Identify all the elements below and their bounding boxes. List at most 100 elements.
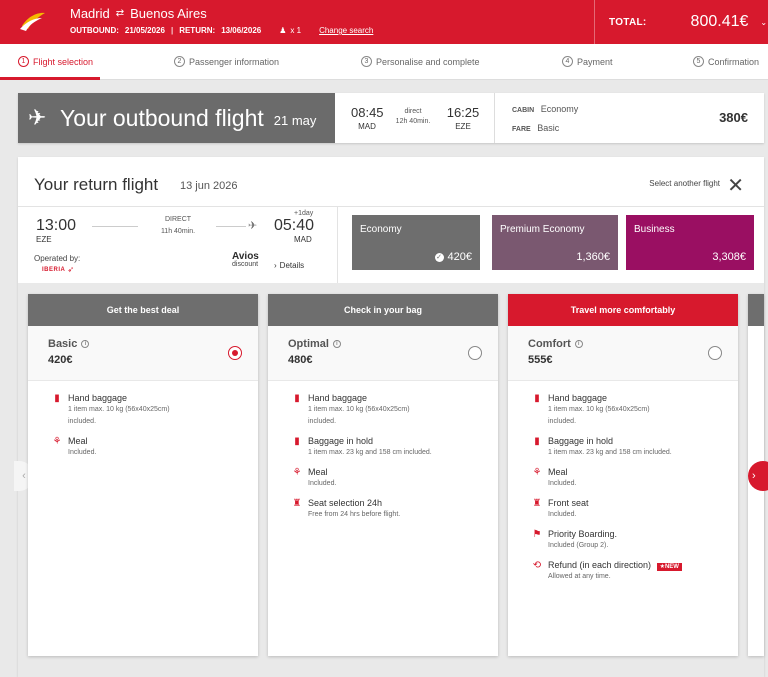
avios-discount-badge: Avios discount [232, 251, 264, 269]
fare-key: FARE [512, 126, 531, 133]
info-icon[interactable]: i [81, 340, 90, 348]
feature-desc: 1 item max. 10 kg (56x40x25cm) [548, 406, 650, 413]
feature-desc: Allowed at any time. [548, 573, 611, 580]
baggage-icon: ▮ [294, 436, 300, 447]
new-badge: ★NEW [656, 563, 682, 571]
select-another-flight-link[interactable]: Select another flight [649, 179, 720, 188]
feature-item: ▮ Hand baggage 1 item max. 10 kg (56x40x… [508, 393, 738, 427]
seat-icon: ♜ [292, 498, 302, 509]
fare-card-header: Check in your bag [268, 294, 498, 326]
fare-card-optimal[interactable]: Check in your bag Optimal i 480€ ▮ Hand … [268, 294, 498, 656]
step-personalise[interactable]: 3 Personalise and complete [361, 56, 480, 67]
iberia-mark-icon: ➶ [67, 265, 75, 274]
baggage-icon: ▮ [534, 436, 540, 447]
passenger-count-value: x 1 [290, 26, 302, 35]
avios-title: Avios [232, 251, 259, 262]
date-separator: | [170, 26, 174, 35]
feature-title-row: Refund (in each direction) ★NEW [548, 560, 738, 571]
outbound-duration-block: direct 12h 40min. [390, 107, 436, 127]
feature-desc: Included. [548, 511, 577, 518]
suitcase-icon: ▮ [534, 393, 540, 404]
return-arrival-code: MAD [294, 235, 312, 244]
operator-logo: IBERIA ➶ [42, 265, 75, 274]
plus-day-label: +1day [294, 210, 314, 217]
close-icon[interactable]: ✕ [727, 173, 744, 198]
outbound-departure-code: MAD [358, 122, 376, 131]
feature-desc: Included (Group 2). [548, 542, 609, 549]
passenger-count: ♟ x 1 [279, 26, 301, 35]
step-number: 1 [18, 56, 29, 67]
return-title: Your return flight [34, 175, 159, 194]
fare-price: 480€ [288, 354, 313, 366]
route-summary: Madrid ⇄ Buenos Aires [70, 6, 207, 21]
fare-card-comfort[interactable]: Travel more comfortably Comfort i 555€ ▮… [508, 294, 738, 656]
new-badge-label: NEW [664, 564, 679, 570]
cabin-economy[interactable]: Economy ✓ 420€ [352, 215, 480, 270]
step-passenger-information[interactable]: 2 Passenger information [174, 56, 279, 67]
step-flight-selection[interactable]: 1 Flight selection [18, 56, 93, 67]
return-stops: DIRECT [164, 216, 192, 223]
feature-desc: Included. [68, 449, 97, 456]
chevron-down-icon: ⌄ [760, 17, 768, 27]
fare-name: Comfort [528, 338, 571, 350]
feature-item: ♜ Seat selection 24h Free from 24 hrs be… [268, 498, 498, 520]
cabin-premium-economy[interactable]: Premium Economy 1,360€ [492, 215, 618, 270]
feature-title: Baggage in hold [308, 436, 374, 446]
fare-price: 420€ [48, 354, 73, 366]
details-link[interactable]: › Details [274, 261, 304, 270]
outbound-date-label: OUTBOUND: [70, 26, 119, 35]
feature-title: Front seat [548, 498, 589, 508]
return-departure-time: 13:00 [36, 217, 77, 234]
details-label: Details [279, 261, 305, 270]
feature-title: Meal [308, 467, 328, 477]
fare-radio-optimal[interactable] [468, 346, 482, 360]
fare-card-basic[interactable]: Get the best deal Basic i 420€ ▮ Hand ba… [28, 294, 258, 656]
fare-radio-comfort[interactable] [708, 346, 722, 360]
plane-icon: ✈ [28, 105, 47, 130]
fare-card-header [748, 294, 764, 326]
refund-icon: ⟲ [532, 560, 542, 571]
fare-value: Basic [537, 123, 560, 133]
step-label: Flight selection [33, 56, 94, 67]
info-icon[interactable]: i [574, 340, 583, 348]
return-date-label: RETURN: [179, 26, 216, 35]
route-line [216, 226, 246, 227]
step-label: Personalise and complete [376, 56, 480, 67]
fare-card-summary: Optimal i 480€ [268, 326, 498, 380]
feature-title: Seat selection 24h [308, 498, 383, 508]
fare-radio-basic[interactable] [228, 346, 242, 360]
feature-item: ⚘ Meal Included. [268, 467, 498, 489]
destination-city: Buenos Aires [130, 6, 207, 21]
outbound-title: Your outbound flight [60, 104, 264, 131]
outbound-date: 21/05/2026 [124, 26, 165, 35]
return-segment: 13:00 EZE DIRECT 11h 40min. ✈ +1day 05:4… [18, 207, 338, 283]
change-search-link[interactable]: Change search [319, 26, 373, 35]
cabin-business[interactable]: Business 3,308€ [626, 215, 754, 270]
cabin-value: Economy [540, 104, 579, 114]
outbound-title-block: ✈ Your outbound flight 21 may [18, 93, 335, 143]
feature-title: Hand baggage [308, 393, 368, 403]
return-duration: 11h 40min. [160, 228, 196, 235]
divider [494, 93, 495, 143]
iberia-logo-icon[interactable] [20, 10, 46, 32]
return-flight-panel: Your return flight 13 jun 2026 Select an… [14, 157, 768, 677]
feature-title: Baggage in hold [548, 436, 614, 446]
cabin-name: Business [634, 224, 675, 235]
outbound-arrival-time: 16:25 [446, 105, 480, 120]
feature-desc: Included. [308, 480, 337, 487]
step-confirmation[interactable]: 5 Confirmation [693, 56, 759, 67]
fare-name: Basic [48, 338, 78, 350]
feature-desc: included. [548, 418, 577, 425]
outbound-cabin: CABIN Economy [512, 104, 578, 114]
feature-desc: 1 item max. 23 kg and 158 cm included. [548, 449, 672, 456]
total-price-toggle[interactable]: TOTAL: 800.41€ ⌄ [594, 0, 768, 44]
step-payment[interactable]: 4 Payment [562, 56, 613, 67]
step-progress-bar [0, 77, 100, 80]
outbound-flight-summary[interactable]: ✈ Your outbound flight 21 may 08:45 MAD … [18, 93, 764, 143]
meal-icon: ⚘ [532, 467, 542, 478]
step-number: 5 [693, 56, 704, 67]
info-icon[interactable]: i [332, 340, 341, 348]
fare-card-header: Travel more comfortably [508, 294, 738, 326]
feature-title: Meal [68, 436, 88, 446]
fare-card-summary: Comfort i 555€ [508, 326, 738, 380]
